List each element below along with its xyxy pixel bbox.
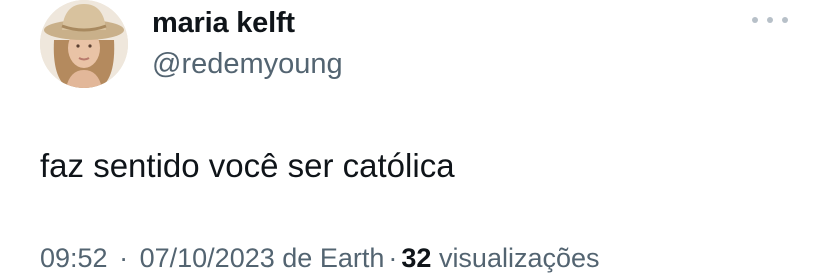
tweet-text: faz sentido você ser católica: [40, 147, 455, 184]
ellipsis-icon-dot: [752, 17, 758, 23]
separator-dot: ·: [119, 243, 129, 273]
tweet-card: maria kelft @redemyoung faz sentido você…: [0, 0, 828, 275]
tweet-date[interactable]: 07/10/2023: [140, 243, 275, 273]
author-block: maria kelft @redemyoung: [152, 6, 343, 81]
more-options-button[interactable]: [752, 8, 788, 32]
tweet-source: Earth: [319, 243, 385, 273]
ellipsis-icon-dot: [767, 17, 773, 23]
source-prefix: de: [282, 243, 313, 273]
tweet-time[interactable]: 09:52: [40, 243, 108, 273]
display-name[interactable]: maria kelft: [152, 6, 343, 40]
username-handle[interactable]: @redemyoung: [152, 47, 343, 81]
views-label[interactable]: visualizações: [439, 243, 600, 273]
avatar-image: [40, 0, 128, 88]
views-count[interactable]: 32: [401, 243, 431, 273]
separator-dot: ·: [388, 243, 398, 273]
tweet-metadata: 09:52 · 07/10/2023 de Earth · 32 visualiza…: [40, 242, 600, 274]
avatar[interactable]: [40, 0, 128, 88]
ellipsis-icon-dot: [782, 17, 788, 23]
